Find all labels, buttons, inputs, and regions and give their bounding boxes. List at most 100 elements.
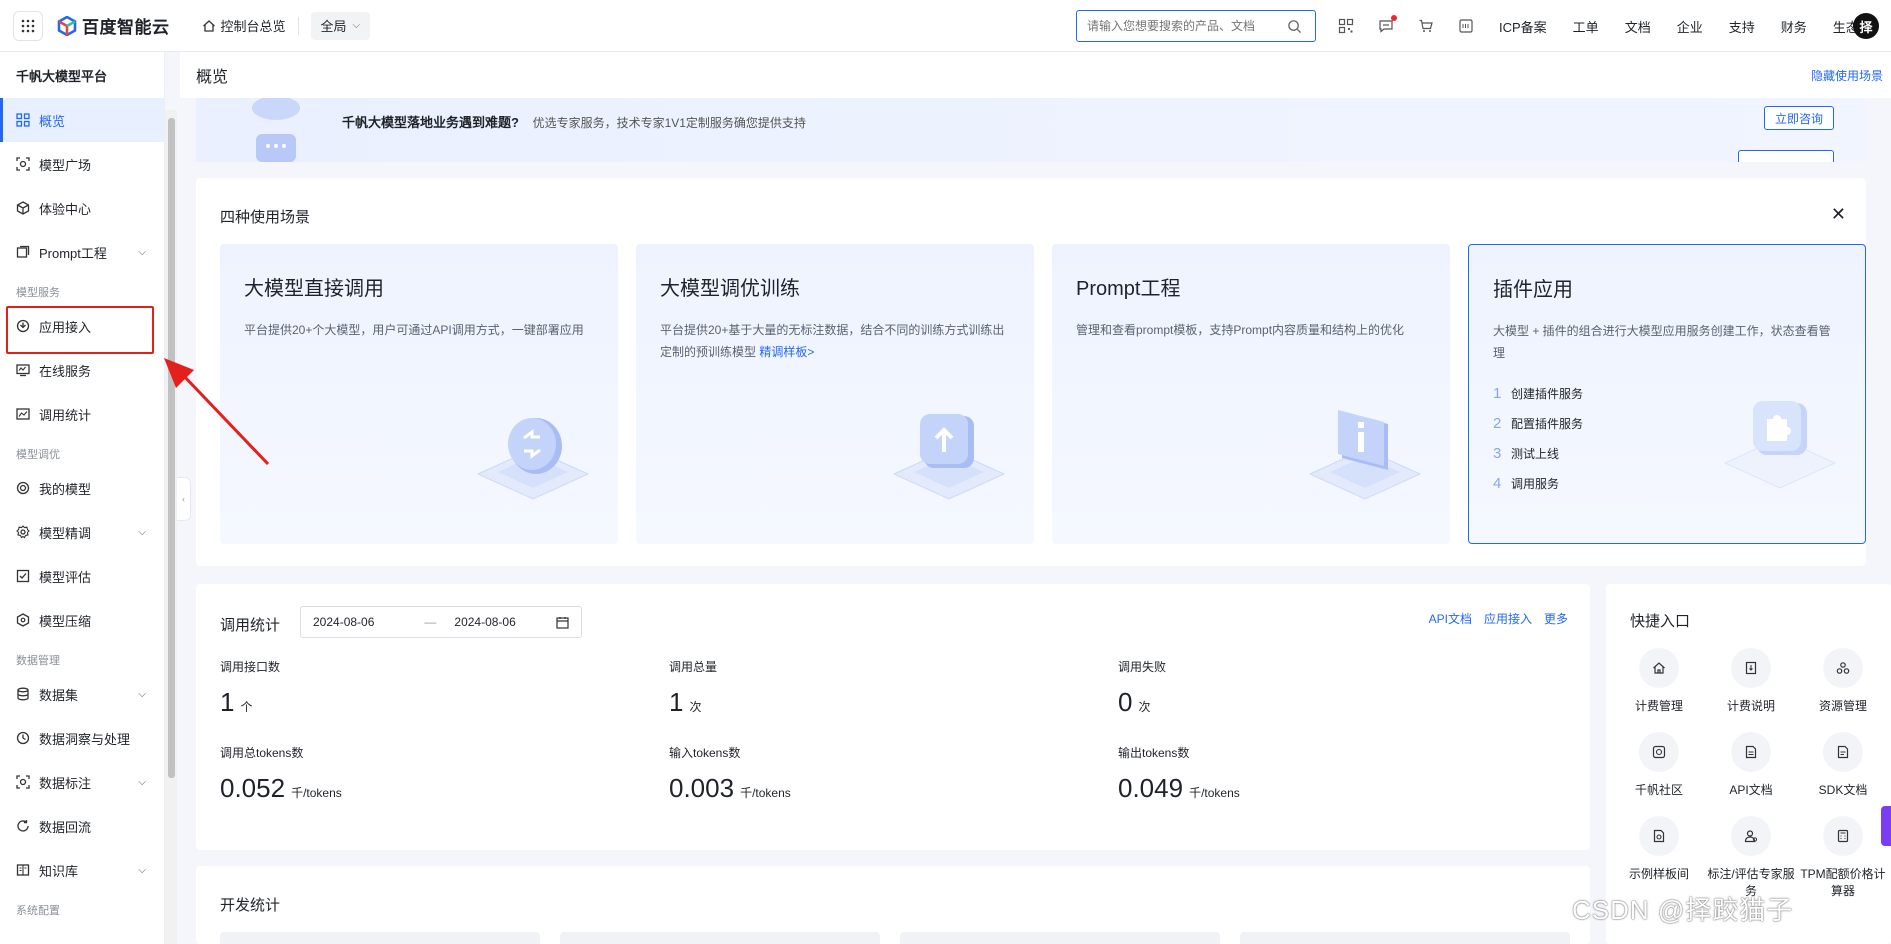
sidebar-item-experience[interactable]: 体验中心 — [0, 186, 164, 230]
promo-secondary-button[interactable] — [1738, 150, 1834, 162]
link-support[interactable]: 支持 — [1729, 17, 1755, 36]
quick-item-label: 计费说明 — [1726, 699, 1775, 713]
calendar-icon[interactable] — [556, 616, 569, 629]
metric-value: 1个 — [220, 687, 620, 718]
sidebar-item-data-reflow[interactable]: 数据回流 — [0, 804, 164, 848]
date-end[interactable]: 2024-08-06 — [454, 615, 515, 629]
fine-tune-sample-link[interactable]: 精调样板> — [759, 345, 814, 359]
link-docs[interactable]: 文档 — [1625, 17, 1651, 36]
model-square-icon — [16, 157, 30, 171]
sidebar-item-model-square[interactable]: 模型广场 — [0, 142, 164, 186]
dev-stat-card — [1240, 932, 1570, 944]
link-finance[interactable]: 财务 — [1781, 17, 1807, 36]
sdk-doc-icon — [1837, 745, 1849, 759]
scene-card-plugin[interactable]: 插件应用 大模型 + 插件的组合进行大模型应用服务创建工作，状态查看管理 1 创建… — [1468, 244, 1866, 544]
chevron-down-icon: ⌵ — [138, 776, 146, 788]
quick-item-icon-wrap — [1639, 816, 1679, 856]
step-label: 配置插件服务 — [1511, 416, 1584, 431]
sidebar-collapse-button[interactable]: ‹ — [177, 477, 191, 521]
quick-item-community[interactable]: 千帆社区 — [1614, 732, 1704, 799]
date-range-picker[interactable]: 2024-08-06 — 2024-08-06 — [300, 606, 582, 638]
dev-stat-card — [900, 932, 1220, 944]
quick-item-billing-info[interactable]: 计费说明 — [1706, 648, 1796, 715]
chevron-left-icon: ‹ — [182, 494, 185, 504]
sidebar-item-knowledge-base[interactable]: 知识库 ⌵ — [0, 848, 164, 892]
sidebar-item-evaluate[interactable]: 模型评估 — [0, 554, 164, 598]
search-icon[interactable] — [1287, 19, 1302, 34]
brand-logo[interactable]: 百度智能云 — [57, 13, 170, 38]
sidebar-item-datasets[interactable]: 数据集 ⌵ — [0, 672, 164, 716]
sidebar-item-fine-tune[interactable]: 模型精调 ⌵ — [0, 510, 164, 554]
sidebar-item-annotate[interactable]: 数据标注 ⌵ — [0, 760, 164, 804]
quick-item-billing[interactable]: 计费管理 — [1614, 648, 1704, 715]
metric-failed-calls: 调用失败 0次 — [1118, 658, 1518, 718]
quick-item-resource[interactable]: 资源管理 — [1798, 648, 1888, 715]
quick-item-label: TPM配额价格计算器 — [1800, 867, 1886, 898]
region-select[interactable]: 全局 ⌵ — [310, 11, 371, 40]
avatar[interactable]: 择 — [1853, 13, 1879, 39]
scene-card-prompt[interactable]: Prompt工程 管理和查看prompt模板，支持Prompt内容质量和结构上的… — [1052, 244, 1450, 544]
link-ticket[interactable]: 工单 — [1573, 17, 1599, 36]
cart-button[interactable] — [1416, 16, 1436, 36]
api-docs-link[interactable]: API文档 — [1429, 610, 1472, 627]
grid-dots-icon — [21, 19, 35, 32]
prompt-icon — [16, 245, 30, 258]
message-button[interactable] — [1376, 15, 1397, 36]
sidebar-item-label: 知识库 — [39, 863, 79, 879]
quick-item-label: 示例样板间 — [1628, 867, 1689, 881]
floating-side-tab[interactable] — [1881, 806, 1891, 846]
console-home-link[interactable]: 控制台总览 — [202, 16, 286, 35]
metric-api-count: 调用接口数 1个 — [220, 658, 620, 718]
global-search[interactable] — [1076, 10, 1316, 42]
beian-button[interactable] — [1456, 16, 1476, 36]
sidebar-item-label: 调用统计 — [39, 407, 92, 423]
search-input[interactable] — [1087, 19, 1287, 33]
region-value: 全局 — [320, 19, 347, 34]
scene-card-direct-call[interactable]: 大模型直接调用 平台提供20+个大模型，用户可通过API调用方式，一键部署应用 — [220, 244, 618, 544]
qrcode-icon — [1338, 18, 1354, 34]
metric-number: 1 — [220, 687, 235, 717]
dev-stats-panel: 开发统计 — [196, 866, 1590, 944]
app-access-link[interactable]: 应用接入 — [1484, 610, 1532, 627]
sidebar-item-online-service[interactable]: 在线服务 — [0, 348, 164, 392]
sidebar-item-app-access[interactable]: 应用接入 — [0, 304, 164, 348]
qrcode-button[interactable] — [1336, 16, 1356, 36]
step-label: 调用服务 — [1511, 476, 1560, 491]
sidebar-item-prompt[interactable]: Prompt工程 ⌵ — [0, 230, 164, 274]
sidebar-item-my-models[interactable]: 我的模型 — [0, 466, 164, 510]
app-grid-button[interactable] — [13, 10, 43, 41]
divider — [297, 16, 299, 35]
quick-item-icon-wrap — [1639, 648, 1679, 688]
scene-card-fine-tune[interactable]: 大模型调优训练 平台提供20+基于大量的无标注数据，结合不同的训练方式训练出定制… — [636, 244, 1034, 544]
card-desc: 平台提供20+个大模型，用户可通过API调用方式，一键部署应用 — [244, 323, 584, 337]
sidebar-item-call-stats[interactable]: 调用统计 — [0, 392, 164, 436]
top-links: ICP备案 工单 文档 企业 支持 财务 生态 — [1499, 0, 1859, 52]
quick-entry-title: 快捷入口 — [1630, 613, 1691, 630]
sidebar-item-overview[interactable]: 概览 — [0, 98, 164, 142]
date-start[interactable]: 2024-08-06 — [313, 615, 374, 629]
sidebar-item-data-insight[interactable]: 数据洞察与处理 — [0, 716, 164, 760]
sidebar-item-label: 模型广场 — [39, 157, 92, 173]
metric-label: 输出tokens数 — [1118, 746, 1190, 760]
evaluate-icon — [16, 569, 30, 583]
chevron-down-icon: ⌵ — [138, 246, 146, 258]
metric-value: 0.003 千/tokens — [669, 773, 1069, 804]
card-desc: 大模型 + 插件的组合进行大模型应用服务创建工作，状态查看管理 — [1493, 324, 1831, 360]
home-icon — [202, 19, 215, 32]
quick-item-expert-service[interactable]: 标注/评估专家服务 — [1706, 816, 1796, 900]
sidebar-item-compress[interactable]: 模型压缩 — [0, 598, 164, 642]
consult-now-button[interactable]: 立即咨询 — [1763, 106, 1834, 130]
metric-number: 0.049 — [1118, 773, 1184, 803]
quick-item-tpm-calculator[interactable]: TPM配额价格计算器 — [1798, 816, 1888, 900]
hide-scenes-link[interactable]: 隐藏使用场景 — [1811, 67, 1883, 84]
close-icon[interactable]: ✕ — [1831, 204, 1846, 225]
promo-desc: 优选专家服务，技术专家1V1定制服务确您提供支持 — [532, 116, 806, 130]
quick-item-sample-room[interactable]: 示例样板间 — [1614, 816, 1704, 883]
quick-item-api-docs[interactable]: API文档 — [1706, 732, 1796, 799]
target-icon — [16, 481, 30, 495]
link-enterprise[interactable]: 企业 — [1677, 17, 1703, 36]
more-link[interactable]: 更多 — [1544, 610, 1568, 627]
quick-item-sdk-docs[interactable]: SDK文档 — [1798, 732, 1888, 799]
link-icp[interactable]: ICP备案 — [1499, 17, 1547, 36]
metric-input-tokens: 输入tokens数 0.003 千/tokens — [669, 744, 1069, 804]
